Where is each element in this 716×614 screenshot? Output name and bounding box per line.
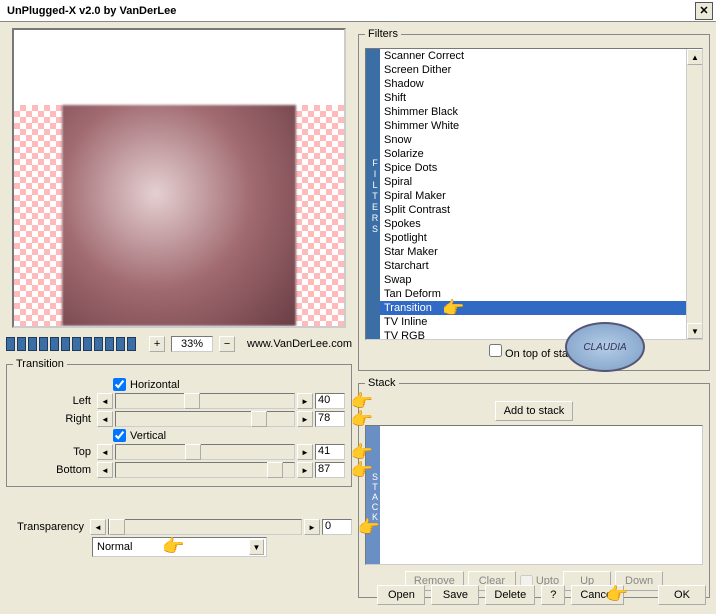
vendor-link[interactable]: www.VanDerLee.com — [247, 338, 352, 350]
right-inc-button[interactable]: ► — [297, 411, 313, 427]
transition-legend: Transition — [13, 358, 67, 370]
filters-group: Filters FILTERS Scanner CorrectScreen Di… — [358, 28, 710, 371]
scrollbar[interactable]: ▲ ▼ — [686, 49, 702, 339]
stack-group: Stack Add to stack STACK Remove Clear Up… — [358, 377, 710, 598]
transparency-label: Transparency — [6, 521, 88, 533]
zoom-out-button[interactable]: − — [219, 336, 235, 352]
filter-item[interactable]: Snow — [380, 133, 686, 147]
delete-button[interactable]: Delete — [485, 585, 535, 605]
ok-button[interactable]: OK — [658, 585, 706, 605]
filters-legend: Filters — [365, 28, 401, 40]
top-value[interactable]: 41 — [315, 444, 345, 460]
filter-item[interactable]: Spice Dots — [380, 161, 686, 175]
filter-item[interactable]: Swap — [380, 273, 686, 287]
chevron-down-icon: ▼ — [249, 539, 264, 555]
add-to-stack-button[interactable]: Add to stack — [495, 401, 574, 421]
left-dec-button[interactable]: ◄ — [97, 393, 113, 409]
filter-item[interactable]: Star Maker — [380, 245, 686, 259]
filter-item[interactable]: Spotlight — [380, 231, 686, 245]
filter-item[interactable]: Spiral — [380, 175, 686, 189]
bottom-slider[interactable] — [115, 462, 295, 478]
vertical-label: Vertical — [130, 430, 166, 442]
transparency-value[interactable]: 0 — [322, 519, 352, 535]
open-button[interactable]: Open — [377, 585, 425, 605]
scroll-down-icon[interactable]: ▼ — [687, 323, 703, 339]
top-slider[interactable] — [115, 444, 295, 460]
filter-list[interactable]: FILTERS Scanner CorrectScreen DitherShad… — [365, 48, 703, 340]
window-title: UnPlugged-X v2.0 by VanDerLee — [3, 5, 176, 17]
left-slider[interactable] — [115, 393, 295, 409]
filter-item[interactable]: Shimmer White — [380, 119, 686, 133]
filters-side-label: FILTERS — [366, 49, 380, 339]
left-inc-button[interactable]: ► — [297, 393, 313, 409]
preview-pane — [12, 28, 346, 328]
on-top-checkbox[interactable] — [489, 344, 502, 357]
transparency-slider[interactable] — [108, 519, 302, 535]
top-inc-button[interactable]: ► — [297, 444, 313, 460]
help-button[interactable]: ? — [541, 585, 565, 605]
zoom-value: 33% — [171, 336, 213, 352]
bottom-dec-button[interactable]: ◄ — [97, 462, 113, 478]
filter-item[interactable]: TV Inline — [380, 315, 686, 329]
pointer-icon: 👉 — [351, 409, 373, 430]
horizontal-label: Horizontal — [130, 379, 180, 391]
bottom-label: Bottom — [13, 464, 95, 476]
right-dec-button[interactable]: ◄ — [97, 411, 113, 427]
top-dec-button[interactable]: ◄ — [97, 444, 113, 460]
filter-item[interactable]: Spiral Maker — [380, 189, 686, 203]
left-label: Left — [13, 395, 95, 407]
save-button[interactable]: Save — [431, 585, 479, 605]
scroll-up-icon[interactable]: ▲ — [687, 49, 703, 65]
filter-item[interactable]: Solarize — [380, 147, 686, 161]
left-value[interactable]: 40 — [315, 393, 345, 409]
zoom-in-button[interactable]: + — [149, 336, 165, 352]
bottom-value[interactable]: 87 — [315, 462, 345, 478]
vertical-checkbox[interactable] — [113, 429, 126, 442]
right-value[interactable]: 78 — [315, 411, 345, 427]
right-slider[interactable] — [115, 411, 295, 427]
horizontal-checkbox[interactable] — [113, 378, 126, 391]
pointer-icon: 👉 — [358, 517, 380, 538]
right-label: Right — [13, 413, 95, 425]
pointer-icon: 👉 — [606, 584, 628, 605]
filter-item[interactable]: Shimmer Black — [380, 105, 686, 119]
transparency-dec-button[interactable]: ◄ — [90, 519, 106, 535]
transition-group: Transition Horizontal Left ◄ ► 40 👉 Righ… — [6, 358, 352, 487]
pointer-icon: 👉 — [162, 536, 184, 557]
titlebar: UnPlugged-X v2.0 by VanDerLee ✕ — [0, 0, 716, 22]
filter-item[interactable]: Shift — [380, 91, 686, 105]
transparency-inc-button[interactable]: ► — [304, 519, 320, 535]
pointer-icon: 👉 — [351, 460, 373, 481]
stack-legend: Stack — [365, 377, 399, 389]
filter-item[interactable]: Transition👉 — [380, 301, 686, 315]
watermark-badge: CLAUDIA — [565, 322, 645, 372]
filter-item[interactable]: Spokes — [380, 217, 686, 231]
filter-item[interactable]: Screen Dither — [380, 63, 686, 77]
filter-item[interactable]: Tan Deform — [380, 287, 686, 301]
filter-item[interactable]: Split Contrast — [380, 203, 686, 217]
top-label: Top — [13, 446, 95, 458]
filter-item[interactable]: Starchart — [380, 259, 686, 273]
stack-list[interactable]: STACK — [365, 425, 703, 565]
close-button[interactable]: ✕ — [695, 2, 713, 20]
filter-item[interactable]: Shadow — [380, 77, 686, 91]
bottom-inc-button[interactable]: ► — [297, 462, 313, 478]
blend-mode-value: Normal — [97, 541, 132, 553]
progress-bar — [6, 337, 143, 351]
filter-item[interactable]: Scanner Correct — [380, 49, 686, 63]
